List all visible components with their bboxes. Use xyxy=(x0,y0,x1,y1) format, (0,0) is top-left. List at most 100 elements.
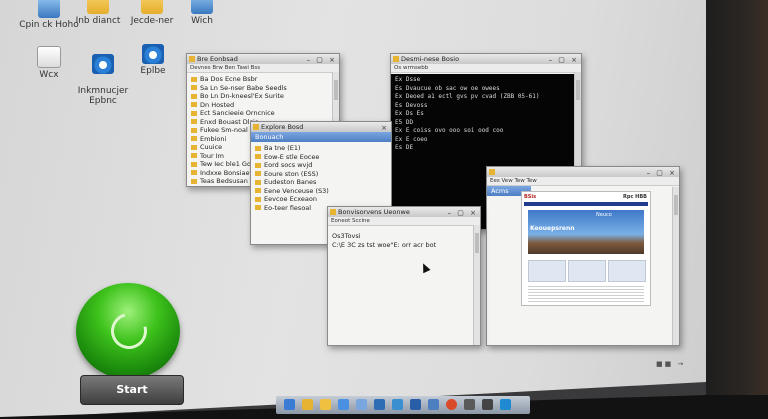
desktop: Cpin ck Hoho Inb dianct Jecde-ner Wich W… xyxy=(0,0,717,419)
monitor-icon[interactable] xyxy=(356,399,367,410)
arrow-icon[interactable] xyxy=(392,399,403,410)
folder-icon xyxy=(87,0,109,14)
explorer-title-bar[interactable]: Bre Eonbsad – ▢ × xyxy=(187,54,339,64)
tree-item[interactable]: Eene Venceuse (S3) xyxy=(255,187,387,196)
menu-bar[interactable]: Eoneot Sccine xyxy=(328,217,480,226)
browser-window[interactable]: – ▢ × Ees Vew Tew Tew Acms BSis Rpc HBB … xyxy=(486,166,680,346)
windows-icon[interactable] xyxy=(284,399,295,410)
text-line: Es Dvaucue ob sac ow oe owees xyxy=(395,85,571,94)
folder-icon xyxy=(191,85,197,90)
web-page[interactable]: BSis Rpc HBB Keouepsrenn Neuco xyxy=(521,191,651,306)
article-text xyxy=(528,284,644,302)
scrollbar-thumb[interactable] xyxy=(475,233,479,253)
window-controls[interactable]: – ▢ × xyxy=(448,208,478,217)
text-line: E5 DD xyxy=(395,119,571,128)
tree-item[interactable]: Sa Ln Se-nser Babe Seedls xyxy=(191,84,335,93)
desktop-icon-explorer-2[interactable]: Eplbe xyxy=(118,44,188,76)
console-icon[interactable] xyxy=(482,399,493,410)
cmd-tab[interactable]: Os wrmsebb xyxy=(391,64,581,73)
folder-icon xyxy=(255,162,261,168)
cmd-title-bar[interactable]: Desmi-nese Bosio – ▢ × xyxy=(391,54,581,64)
scrollbar[interactable] xyxy=(473,225,480,345)
item-label: Ba tne (E1) xyxy=(264,144,301,152)
item-label: Ba Dos Ecne Bsbr xyxy=(200,75,258,83)
item-label: Eow-E stle Eocee xyxy=(264,152,320,161)
notepad-title-bar[interactable]: Bonvisorvens Ueonwe – ▢ × xyxy=(328,207,480,217)
browser-title-bar[interactable]: – ▢ × xyxy=(487,167,679,177)
window-controls[interactable]: – ▢ × xyxy=(307,55,337,64)
item-label: E5 DD xyxy=(395,118,414,126)
tree-item[interactable]: Bo Ln Dn-kneesl'Ex Surite xyxy=(191,92,335,101)
folder-icon[interactable] xyxy=(302,399,313,410)
internet-explorer-icon[interactable] xyxy=(338,399,349,410)
item-label: Indxxe Bonsiaet xyxy=(200,168,252,177)
console-icon xyxy=(393,56,399,62)
item-label: Ex E coiss ovo ooo soi ood coo xyxy=(395,127,504,134)
start-orb[interactable] xyxy=(76,283,180,379)
tree-item[interactable]: Eevcoe Ecxeaon xyxy=(255,195,387,204)
item-label: Eoure ston (ESS) xyxy=(264,169,319,178)
folder-icon xyxy=(191,153,197,158)
folder-tree[interactable]: Ba tne (E1) Eow-E stle Eocee Eord socs wvj… xyxy=(251,142,391,214)
folder-icon xyxy=(191,144,197,150)
item-label: Dn Hosted xyxy=(200,100,235,109)
network-icon[interactable] xyxy=(374,399,385,410)
system-tray[interactable]: ■■ → xyxy=(656,360,685,368)
item-label: Embioni xyxy=(200,134,227,143)
text-area[interactable]: Os3Tovsi C:\E 3C zs tst woe"E: orr acr bo… xyxy=(328,226,480,251)
taskbar[interactable] xyxy=(276,396,530,414)
address-bar[interactable]: Bonuach xyxy=(251,132,391,142)
tree-item[interactable]: Eord socs wvjd xyxy=(255,161,387,170)
tree-item[interactable]: Ect Sancieeie Orncnice xyxy=(191,109,335,118)
explorer2-title-bar[interactable]: Explore Bosd × xyxy=(251,122,391,132)
item-label: Es DE xyxy=(395,144,414,151)
browser-icon xyxy=(489,169,495,175)
content-tile[interactable] xyxy=(608,260,646,282)
menu-bar[interactable]: Devnes Brw Ben Tawl Bss xyxy=(187,64,339,73)
tree-item[interactable]: Ba tne (E1) xyxy=(255,144,387,153)
item-label: Bo Ln Dn-kneesl'Ex Surite xyxy=(200,92,284,100)
folder-icon xyxy=(189,56,195,62)
tree-item[interactable]: Eoure ston (ESS) xyxy=(255,170,387,179)
tree-item[interactable]: Eow-E stle Eocee xyxy=(255,153,387,162)
mail-icon[interactable] xyxy=(500,399,511,410)
item-label: Cuuice xyxy=(200,143,223,151)
folder-icon xyxy=(191,119,197,124)
calendar-icon[interactable] xyxy=(464,399,475,410)
scrollbar-thumb[interactable] xyxy=(334,80,338,100)
media-icon[interactable] xyxy=(410,399,421,410)
item-label: Tour Im xyxy=(200,151,224,160)
text-line: Es Devoss xyxy=(395,102,571,111)
item-label: Eord socs wvjd xyxy=(264,161,313,169)
tree-item[interactable]: Eudeston Banes xyxy=(255,178,387,187)
content-tile[interactable] xyxy=(528,260,566,282)
notepad-icon xyxy=(330,209,336,215)
settings-icon[interactable] xyxy=(428,399,439,410)
scrollbar[interactable] xyxy=(672,187,679,345)
folder-icon[interactable] xyxy=(320,399,331,410)
hero-title: Keouepsrenn xyxy=(530,225,575,232)
desktop-icon-window[interactable]: Wich xyxy=(167,0,237,26)
page-header-right[interactable]: Rpc HBB xyxy=(623,192,647,202)
browser-icon[interactable] xyxy=(446,399,457,410)
menu-bar[interactable]: Ees Vew Tew Tew xyxy=(487,177,679,186)
folder-icon xyxy=(191,170,197,175)
notepad-window[interactable]: Bonvisorvens Ueonwe – ▢ × Eoneot Sccine … xyxy=(327,206,481,346)
internet-explorer-icon xyxy=(142,44,164,64)
item-label: Tocnsi Brocee Sc xyxy=(200,186,254,187)
scrollbar-thumb[interactable] xyxy=(576,80,580,100)
tree-item[interactable]: Dn Hosted xyxy=(191,101,335,110)
window-icon xyxy=(191,0,213,14)
site-logo[interactable]: BSis xyxy=(524,194,536,200)
start-button[interactable]: Start xyxy=(80,375,184,405)
folder-icon xyxy=(255,188,261,193)
window-controls[interactable]: – ▢ × xyxy=(549,55,579,64)
window-controls[interactable]: × xyxy=(381,123,389,132)
tree-item[interactable]: Ba Dos Ecne Bsbr xyxy=(191,75,335,84)
site-nav[interactable] xyxy=(524,202,648,206)
computer-icon xyxy=(38,0,60,18)
scrollbar-thumb[interactable] xyxy=(674,195,678,215)
window-controls[interactable]: – ▢ × xyxy=(647,168,677,177)
page-header: BSis Rpc HBB xyxy=(522,192,650,202)
content-tile[interactable] xyxy=(568,260,606,282)
